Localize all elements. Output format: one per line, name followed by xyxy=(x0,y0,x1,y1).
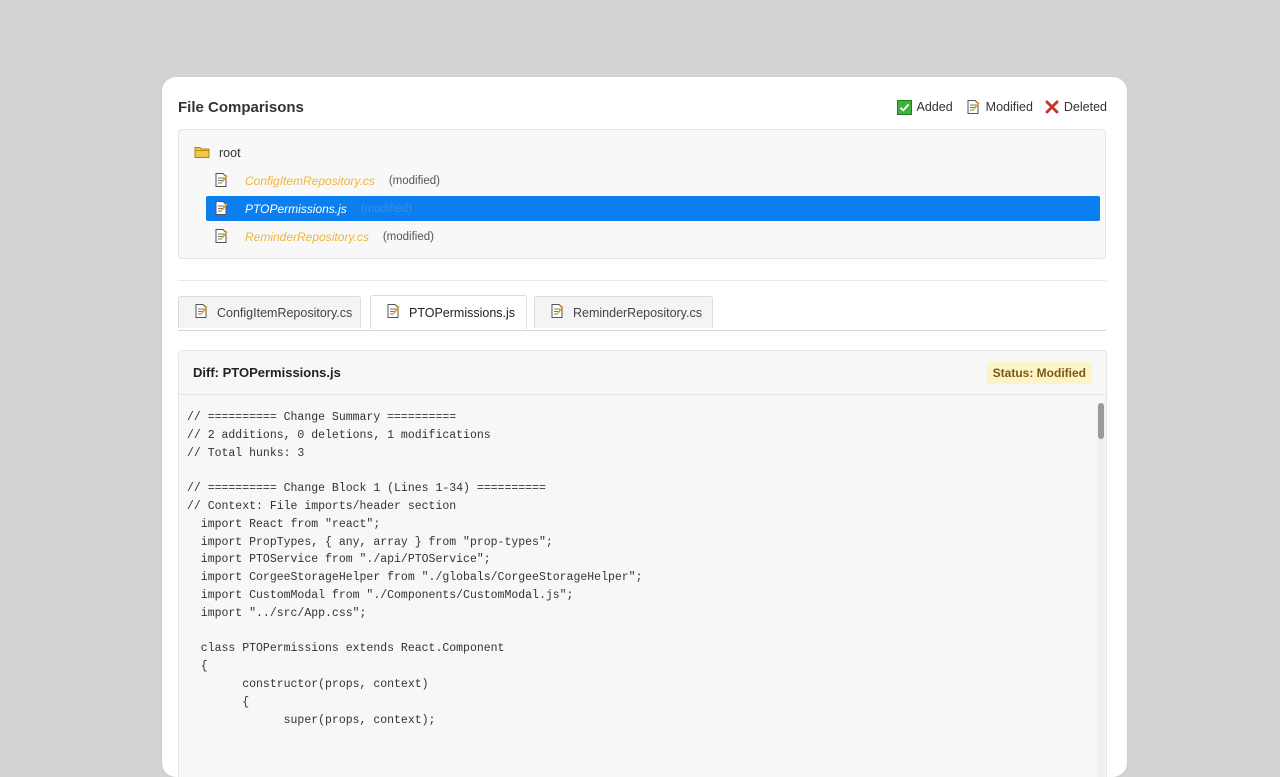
tab-label: PTOPermissions.js xyxy=(409,305,516,320)
legend-modified: Modified xyxy=(965,99,1033,115)
status-badge: Status: Modified xyxy=(986,361,1092,384)
diff-title: Diff: PTOPermissions.js xyxy=(193,365,341,380)
tree-file-name: PTOPermissions.js xyxy=(245,202,347,216)
tab-ptopermissions[interactable]: PTOPermissions.js xyxy=(370,295,527,329)
modified-file-icon xyxy=(549,303,565,322)
modified-file-icon xyxy=(213,200,229,219)
tree-root-folder[interactable]: root xyxy=(194,141,241,165)
folder-icon xyxy=(194,145,210,162)
added-icon xyxy=(896,99,912,115)
tree-file-name: ReminderRepository.cs xyxy=(245,230,369,244)
modified-file-icon xyxy=(213,172,229,191)
tree-file-ptopermissions[interactable]: PTOPermissions.js (modified) xyxy=(213,197,412,221)
legend-modified-label: Modified xyxy=(985,100,1033,114)
diff-code-viewer[interactable]: // ========== Change Summary ========== … xyxy=(179,403,1106,777)
tree-file-configitemrepository[interactable]: ConfigItemRepository.cs (modified) xyxy=(213,169,440,193)
diff-panel: Diff: PTOPermissions.js Status: Modified… xyxy=(178,350,1107,777)
modified-file-icon xyxy=(965,99,981,115)
tree-root-label: root xyxy=(219,146,241,160)
tab-label: ConfigItemRepository.cs xyxy=(217,305,353,320)
file-tabs: ConfigItemRepository.cs PTOPermissions.j… xyxy=(178,295,1106,331)
legend-added-label: Added xyxy=(916,100,953,114)
modified-file-icon xyxy=(213,228,229,247)
deleted-x-icon xyxy=(1045,100,1059,114)
tab-label: ReminderRepository.cs xyxy=(573,305,702,320)
tree-file-status: (modified) xyxy=(382,231,434,243)
modified-file-icon xyxy=(385,303,401,322)
legend-deleted-label: Deleted xyxy=(1063,100,1107,114)
tree-file-status: (modified) xyxy=(388,175,440,187)
diff-scrollbar[interactable] xyxy=(1097,403,1105,777)
legend: Added Modified Deleted xyxy=(896,99,1107,115)
file-comparisons-panel: File Comparisons Added Modified Deleted xyxy=(162,77,1127,777)
tab-configitemrepository[interactable]: ConfigItemRepository.cs xyxy=(178,296,361,328)
modified-file-icon xyxy=(193,303,209,322)
panel-header: File Comparisons Added Modified Deleted xyxy=(178,95,1107,119)
diff-header: Diff: PTOPermissions.js Status: Modified xyxy=(179,351,1106,395)
legend-added: Added xyxy=(896,99,953,115)
page-title: File Comparisons xyxy=(178,98,304,116)
tab-reminderrepository[interactable]: ReminderRepository.cs xyxy=(534,296,713,328)
section-divider xyxy=(178,280,1106,281)
diff-code: // ========== Change Summary ========== … xyxy=(187,411,643,727)
tree-file-reminderrepository[interactable]: ReminderRepository.cs (modified) xyxy=(213,225,434,249)
tree-file-status: (modified) xyxy=(360,203,412,215)
legend-deleted: Deleted xyxy=(1045,100,1107,114)
file-tree: root ConfigItemRepository.cs (modified) … xyxy=(178,129,1106,259)
tree-file-name: ConfigItemRepository.cs xyxy=(245,174,375,188)
scrollbar-thumb[interactable] xyxy=(1098,403,1104,439)
